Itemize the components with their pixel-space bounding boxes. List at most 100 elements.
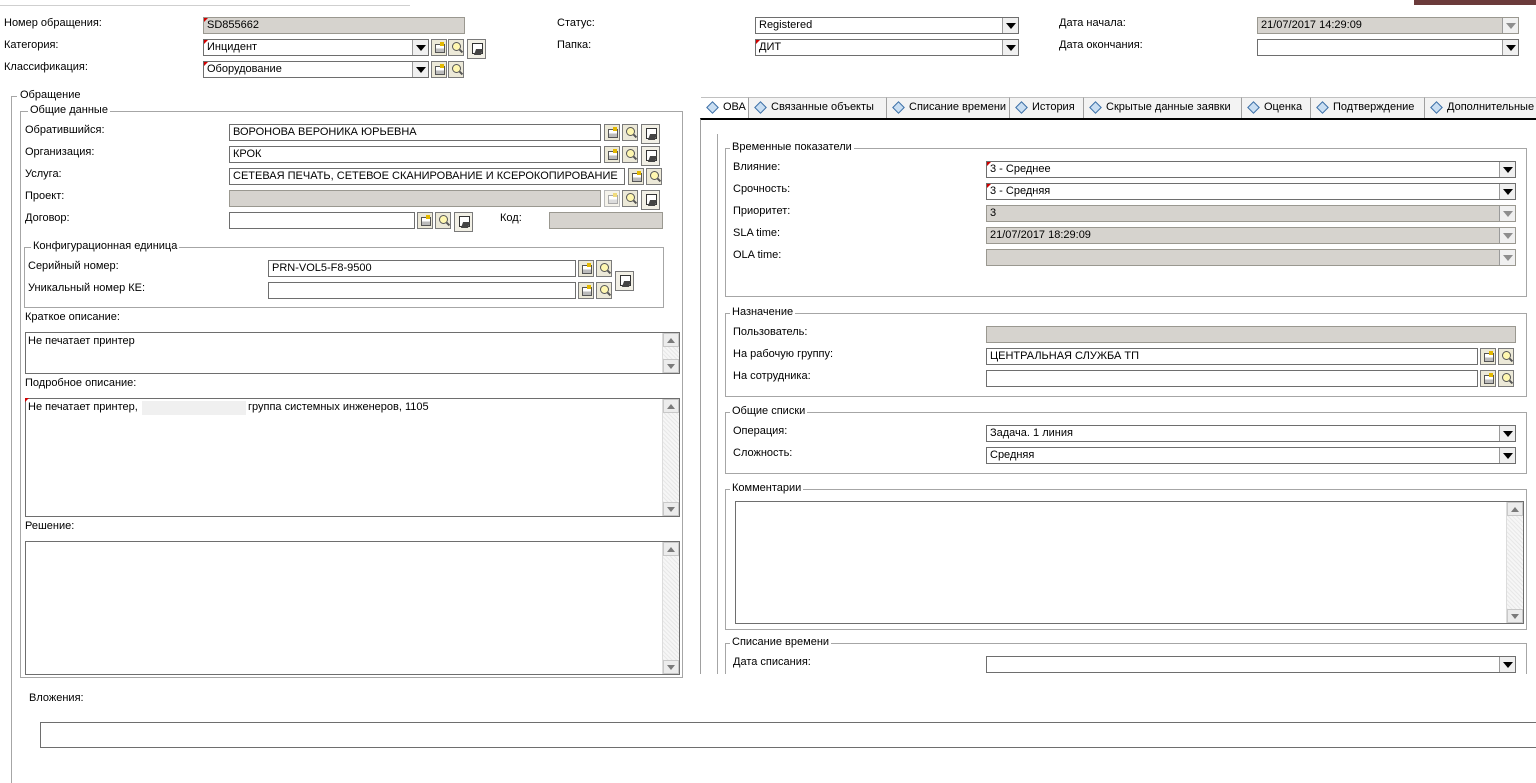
chevron-down-icon[interactable]: [1499, 426, 1515, 441]
chevron-down-icon[interactable]: [1502, 40, 1518, 55]
chevron-down-icon[interactable]: [1002, 40, 1018, 55]
classification-select[interactable]: Оборудование: [203, 61, 429, 78]
start-date-field[interactable]: 21/07/2017 14:29:09: [1257, 17, 1519, 34]
urgency-select[interactable]: 3 - Средняя: [986, 183, 1516, 200]
scroll-down-icon[interactable]: [663, 502, 679, 516]
priority-label: Приоритет:: [733, 205, 791, 217]
classification-search-icon[interactable]: [448, 61, 464, 78]
chevron-down-icon[interactable]: [412, 62, 428, 77]
tab-additional[interactable]: Дополнительные: [1425, 97, 1536, 118]
contract-search-icon[interactable]: [435, 212, 451, 229]
contract-field[interactable]: [229, 212, 415, 229]
chevron-down-icon[interactable]: [1499, 228, 1515, 243]
short-description-scrollbar[interactable]: [662, 333, 679, 373]
employee-grid-icon[interactable]: [1480, 370, 1496, 387]
scroll-track[interactable]: [663, 413, 679, 502]
project-search-icon[interactable]: [622, 190, 638, 207]
service-grid-icon[interactable]: [628, 168, 644, 185]
scroll-down-icon[interactable]: [663, 359, 679, 373]
comments-scrollbar[interactable]: [1506, 502, 1523, 623]
code-field[interactable]: [549, 212, 663, 229]
end-date-field[interactable]: [1257, 39, 1519, 56]
project-field[interactable]: [229, 190, 601, 207]
tab-hidden-data[interactable]: Скрытые данные заявки: [1084, 97, 1242, 118]
impact-select[interactable]: 3 - Среднее: [986, 161, 1516, 178]
scroll-track[interactable]: [1507, 516, 1523, 609]
serial-field[interactable]: PRN-VOL5-F8-9500: [268, 260, 576, 277]
scroll-track[interactable]: [663, 347, 679, 359]
scroll-up-icon[interactable]: [1507, 502, 1523, 516]
writeoff-date-field[interactable]: [986, 656, 1516, 673]
complexity-select[interactable]: Средняя: [986, 447, 1516, 464]
scroll-up-icon[interactable]: [663, 399, 679, 413]
organization-grid-icon[interactable]: [604, 146, 620, 163]
workgroup-search-icon[interactable]: [1498, 348, 1514, 365]
unique-number-search-icon[interactable]: [596, 282, 612, 299]
category-grid-icon[interactable]: [431, 39, 447, 56]
solution-scrollbar[interactable]: [662, 542, 679, 674]
organization-search-icon[interactable]: [622, 146, 638, 163]
scroll-down-icon[interactable]: [663, 660, 679, 674]
service-search-icon[interactable]: [646, 168, 662, 185]
status-select[interactable]: Registered: [755, 17, 1019, 34]
tab-rating[interactable]: Оценка: [1242, 97, 1311, 118]
tab-label: Дополнительные: [1447, 101, 1535, 113]
comments-textarea[interactable]: [735, 501, 1524, 624]
chevron-down-icon[interactable]: [1499, 206, 1515, 221]
project-grid-icon[interactable]: [604, 190, 620, 207]
ola-time-field[interactable]: [986, 249, 1516, 266]
workgroup-grid-icon[interactable]: [1480, 348, 1496, 365]
tab-related-objects[interactable]: Связанные объекты: [749, 97, 887, 118]
scroll-track[interactable]: [663, 556, 679, 660]
priority-select[interactable]: 3: [986, 205, 1516, 222]
contract-open-icon[interactable]: [454, 212, 473, 232]
requester-grid-icon[interactable]: [604, 124, 620, 141]
number-field[interactable]: SD855662: [203, 17, 465, 34]
chevron-down-icon[interactable]: [1499, 657, 1515, 672]
scroll-up-icon[interactable]: [663, 542, 679, 556]
chevron-down-icon[interactable]: [412, 40, 428, 55]
scroll-up-icon[interactable]: [663, 333, 679, 347]
chevron-down-icon[interactable]: [1499, 162, 1515, 177]
organization-field[interactable]: КРОК: [229, 146, 601, 163]
tab-confirmation[interactable]: Подтверждение: [1311, 97, 1425, 118]
unique-number-grid-icon[interactable]: [578, 282, 594, 299]
chevron-down-icon[interactable]: [1499, 184, 1515, 199]
config-item-open-icon[interactable]: [615, 271, 634, 291]
serial-grid-icon[interactable]: [578, 260, 594, 277]
contract-grid-icon[interactable]: [417, 212, 433, 229]
sla-time-field[interactable]: 21/07/2017 18:29:09: [986, 227, 1516, 244]
chevron-down-icon[interactable]: [1002, 18, 1018, 33]
short-description-textarea[interactable]: Не печатает принтер: [25, 332, 680, 374]
scroll-down-icon[interactable]: [1507, 609, 1523, 623]
employee-search-icon[interactable]: [1498, 370, 1514, 387]
service-field[interactable]: СЕТЕВАЯ ПЕЧАТЬ, СЕТЕВОЕ СКАНИРОВАНИЕ И К…: [229, 168, 625, 185]
detailed-description-textarea[interactable]: Не печатает принтер, группа системных ин…: [25, 398, 680, 517]
category-open-icon[interactable]: [467, 39, 486, 59]
chevron-down-icon[interactable]: [1499, 448, 1515, 463]
organization-open-icon[interactable]: [641, 146, 660, 166]
tab-time-writeoff[interactable]: Списание времени: [887, 97, 1010, 118]
detailed-description-scrollbar[interactable]: [662, 399, 679, 516]
chevron-down-icon[interactable]: [1499, 250, 1515, 265]
category-search-icon[interactable]: [448, 39, 464, 56]
solution-textarea[interactable]: [25, 541, 680, 675]
requester-open-icon[interactable]: [641, 124, 660, 144]
employee-field[interactable]: [986, 370, 1478, 387]
chevron-down-icon[interactable]: [1502, 18, 1518, 33]
workgroup-field[interactable]: ЦЕНТРАЛЬНАЯ СЛУЖБА ТП: [986, 348, 1478, 365]
serial-search-icon[interactable]: [596, 260, 612, 277]
folder-select[interactable]: ДИТ: [755, 39, 1019, 56]
category-select[interactable]: Инцидент: [203, 39, 429, 56]
requester-search-icon[interactable]: [622, 124, 638, 141]
project-open-icon[interactable]: [641, 190, 660, 210]
user-label: Пользователь:: [733, 326, 808, 338]
tab-ova[interactable]: ОВА: [701, 97, 749, 118]
tab-history[interactable]: История: [1010, 97, 1084, 118]
classification-grid-icon[interactable]: [431, 61, 447, 78]
operation-select[interactable]: Задача. 1 линия: [986, 425, 1516, 442]
user-field[interactable]: [986, 326, 1516, 343]
attachments-area[interactable]: [40, 722, 1536, 748]
requester-field[interactable]: ВОРОНОВА ВЕРОНИКА ЮРЬЕВНА: [229, 124, 601, 141]
unique-number-field[interactable]: [268, 282, 576, 299]
